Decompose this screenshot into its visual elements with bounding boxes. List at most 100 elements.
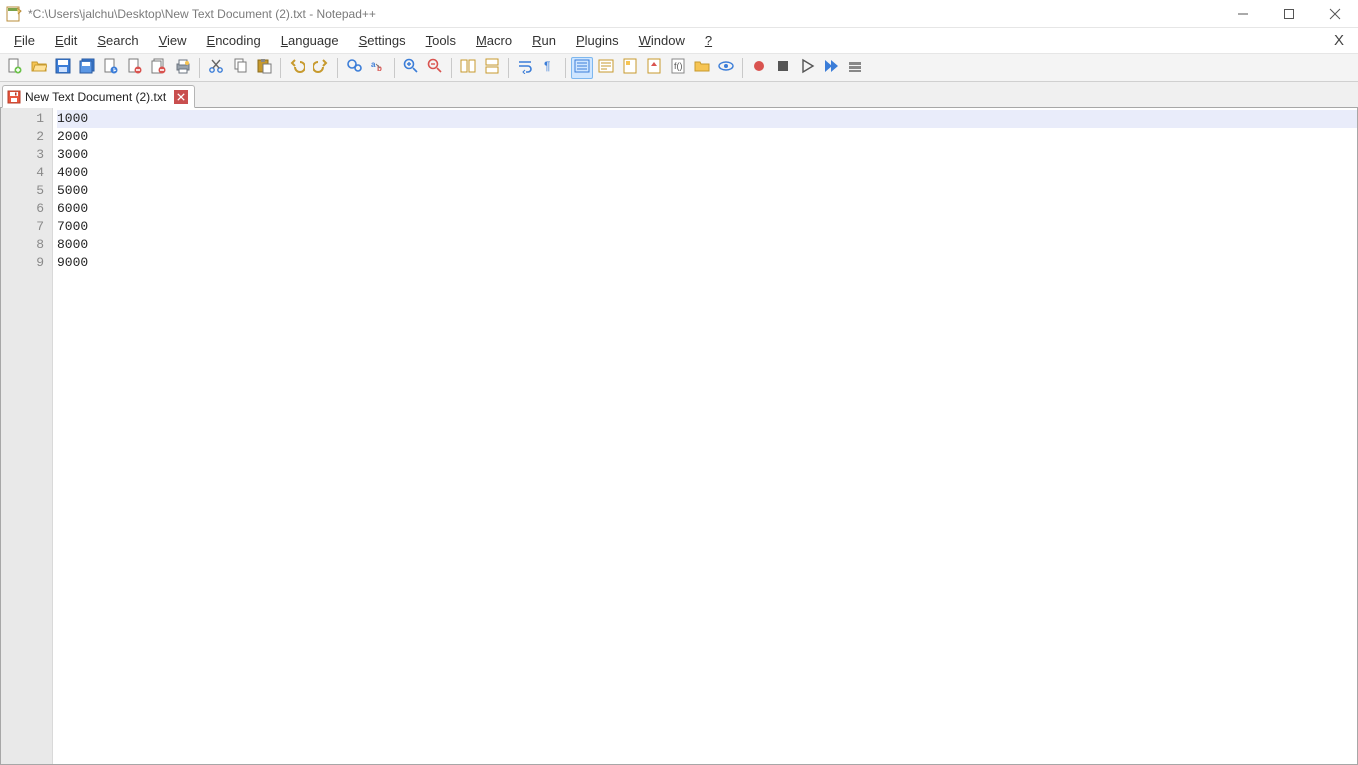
tab-bar: New Text Document (2).txt: [0, 82, 1358, 108]
toolbar-func-list-button[interactable]: f(): [667, 57, 689, 79]
svg-text:¶: ¶: [544, 59, 550, 73]
toolbar-separator: [280, 58, 281, 78]
toolbar-copy-button[interactable]: [229, 57, 251, 79]
toolbar-separator: [451, 58, 452, 78]
close-button[interactable]: [1312, 0, 1358, 28]
line-number: 3: [1, 146, 44, 164]
toolbar-indent-guide-button[interactable]: [571, 57, 593, 79]
zoom-in-icon: [403, 58, 419, 77]
toolbar-zoom-in-button[interactable]: [400, 57, 422, 79]
doc-list-icon: [646, 58, 662, 77]
toolbar-folder-button[interactable]: [691, 57, 713, 79]
copy-icon: [232, 58, 248, 77]
code-line[interactable]: 7000: [57, 218, 1357, 236]
minimize-button[interactable]: [1220, 0, 1266, 28]
toolbar-sync-v-button[interactable]: [457, 57, 479, 79]
menu-encoding[interactable]: Encoding: [199, 31, 269, 50]
line-number-gutter: 123456789: [1, 108, 53, 764]
toolbar-paste-button[interactable]: [253, 57, 275, 79]
code-line[interactable]: 6000: [57, 200, 1357, 218]
close-all-icon: [151, 58, 167, 77]
toolbar-separator: [394, 58, 395, 78]
toolbar-sync-h-button[interactable]: [481, 57, 503, 79]
close-icon: [127, 58, 143, 77]
toolbar-doc-map-button[interactable]: [619, 57, 641, 79]
toolbar-play-multi-button[interactable]: [820, 57, 842, 79]
menu-?[interactable]: ?: [697, 31, 720, 50]
disk-icon: [7, 90, 21, 104]
code-line[interactable]: 3000: [57, 146, 1357, 164]
toolbar-show-all-button[interactable]: ¶: [538, 57, 560, 79]
line-number: 6: [1, 200, 44, 218]
toolbar-replace-button[interactable]: ab: [367, 57, 389, 79]
menu-view[interactable]: View: [151, 31, 195, 50]
toolbar-udl-button[interactable]: [595, 57, 617, 79]
line-number: 5: [1, 182, 44, 200]
toolbar-undo-button[interactable]: [286, 57, 308, 79]
undo-icon: [289, 58, 305, 77]
doc-map-icon: [622, 58, 638, 77]
app-icon: [6, 6, 22, 22]
code-line[interactable]: 9000: [57, 254, 1357, 272]
menu-edit[interactable]: Edit: [47, 31, 85, 50]
menu-macro[interactable]: Macro: [468, 31, 520, 50]
toolbar-separator: [742, 58, 743, 78]
tab-file[interactable]: New Text Document (2).txt: [2, 85, 195, 108]
open-file-icon: [31, 58, 47, 77]
menu-run[interactable]: Run: [524, 31, 564, 50]
monitor-icon: [718, 58, 734, 77]
toolbar-stop-macro-button[interactable]: [772, 57, 794, 79]
toolbar-zoom-out-button[interactable]: [424, 57, 446, 79]
toolbar-close-all-button[interactable]: [148, 57, 170, 79]
menu-tools[interactable]: Tools: [418, 31, 464, 50]
find-icon: [346, 58, 362, 77]
code-line[interactable]: 8000: [57, 236, 1357, 254]
toolbar-close-button[interactable]: [124, 57, 146, 79]
new-file-icon: [7, 58, 23, 77]
print-now-icon: [103, 58, 119, 77]
menu-search[interactable]: Search: [89, 31, 146, 50]
menubar-close-icon[interactable]: X: [1334, 32, 1352, 49]
code-line[interactable]: 2000: [57, 128, 1357, 146]
code-area[interactable]: 100020003000400050006000700080009000: [53, 108, 1357, 764]
toolbar-open-file-button[interactable]: [28, 57, 50, 79]
toolbar-save-button[interactable]: [52, 57, 74, 79]
toolbar-record-macro-button[interactable]: [748, 57, 770, 79]
toolbar-play-macro-button[interactable]: [796, 57, 818, 79]
save-all-icon: [79, 58, 95, 77]
toolbar: ab ¶ f(): [0, 54, 1358, 82]
code-line[interactable]: 5000: [57, 182, 1357, 200]
toolbar-save-macro-button[interactable]: [844, 57, 866, 79]
window-titlebar: *C:\Users\jalchu\Desktop\New Text Docume…: [0, 0, 1358, 28]
play-macro-icon: [799, 58, 815, 77]
wrap-icon: [517, 58, 533, 77]
toolbar-find-button[interactable]: [343, 57, 365, 79]
maximize-button[interactable]: [1266, 0, 1312, 28]
line-number: 2: [1, 128, 44, 146]
menu-file[interactable]: File: [6, 31, 43, 50]
folder-icon: [694, 58, 710, 77]
menu-window[interactable]: Window: [631, 31, 693, 50]
toolbar-print-now-button[interactable]: [100, 57, 122, 79]
toolbar-separator: [508, 58, 509, 78]
code-line[interactable]: 4000: [57, 164, 1357, 182]
toolbar-print-button[interactable]: [172, 57, 194, 79]
menu-plugins[interactable]: Plugins: [568, 31, 627, 50]
toolbar-save-all-button[interactable]: [76, 57, 98, 79]
svg-text:a: a: [371, 60, 376, 69]
tab-close-icon[interactable]: [174, 90, 188, 104]
paste-icon: [256, 58, 272, 77]
func-list-icon: f(): [670, 58, 686, 77]
toolbar-wrap-button[interactable]: [514, 57, 536, 79]
code-line[interactable]: 1000: [57, 110, 1357, 128]
save-macro-icon: [847, 58, 863, 77]
toolbar-monitor-button[interactable]: [715, 57, 737, 79]
toolbar-redo-button[interactable]: [310, 57, 332, 79]
print-icon: [175, 58, 191, 77]
toolbar-cut-button[interactable]: [205, 57, 227, 79]
toolbar-doc-list-button[interactable]: [643, 57, 665, 79]
toolbar-new-file-button[interactable]: [4, 57, 26, 79]
menu-language[interactable]: Language: [273, 31, 347, 50]
menu-bar: FileEditSearch ViewEncodingLanguageSettin…: [0, 28, 1358, 54]
menu-settings[interactable]: Settings: [351, 31, 414, 50]
